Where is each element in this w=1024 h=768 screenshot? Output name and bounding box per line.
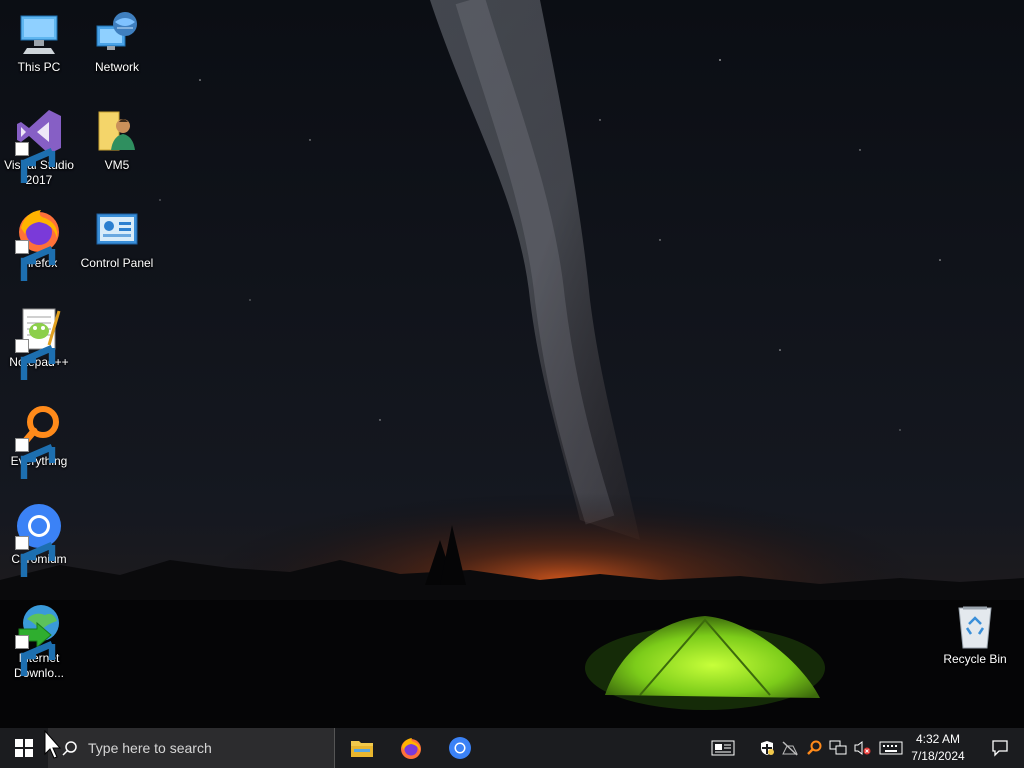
shortcut-arrow-icon	[15, 635, 56, 676]
clock-time: 4:32 AM	[915, 732, 961, 746]
firefox-icon	[15, 206, 63, 281]
mouse-cursor	[44, 730, 62, 759]
volume-muted-icon[interactable]	[852, 738, 872, 758]
start-button[interactable]	[0, 728, 48, 768]
everything-icon	[15, 404, 63, 479]
news-icon[interactable]	[710, 738, 736, 758]
desktop-icon-label: Network	[94, 60, 139, 74]
desktop-icon-everything[interactable]: Everything	[0, 404, 78, 479]
desktop-icon-firefox[interactable]: Firefox	[0, 206, 78, 281]
windows-logo-icon	[15, 739, 33, 757]
taskbar-search-box[interactable]: Type here to search	[48, 728, 335, 768]
desktop-icon-label: This PC	[17, 60, 61, 74]
taskbar-chromium[interactable]	[436, 728, 484, 768]
control-panel-icon	[93, 206, 141, 254]
user-folder-icon	[93, 108, 141, 156]
desktop-icon-label: Control Panel	[80, 256, 154, 270]
recycle-bin-icon	[951, 602, 999, 650]
taskbar-file-explorer[interactable]	[338, 728, 386, 768]
shortcut-arrow-icon	[15, 339, 56, 380]
network-icon	[93, 10, 141, 58]
desktop-icon-label: Recycle Bin	[943, 652, 1007, 666]
chromium-icon	[449, 737, 471, 759]
network-off-icon[interactable]	[780, 738, 800, 758]
clock-date: 7/18/2024	[911, 749, 965, 763]
chromium-icon	[15, 502, 63, 577]
taskbar-clock[interactable]: 4:32 AM 7/18/2024	[898, 731, 978, 765]
desktop-icon-internet-download-manager[interactable]: Internet Downlo...	[0, 601, 78, 681]
desktop-icon-network[interactable]: Network	[78, 10, 156, 75]
taskbar-firefox[interactable]	[387, 728, 435, 768]
notification-icon	[992, 740, 1008, 757]
search-tool-icon[interactable]	[804, 738, 824, 758]
desktop-icon-label: VM5	[104, 158, 130, 172]
this-pc-icon	[15, 10, 63, 58]
shortcut-arrow-icon	[15, 142, 56, 183]
search-placeholder: Type here to search	[88, 740, 212, 756]
file-explorer-icon	[351, 741, 373, 757]
shortcut-arrow-icon	[15, 536, 56, 577]
desktop-icon-vm5[interactable]: VM5	[78, 108, 156, 173]
desktop-icon-visual-studio[interactable]: Visual Studio 2017	[0, 108, 78, 188]
shortcut-arrow-icon	[15, 438, 56, 479]
shortcut-arrow-icon	[15, 240, 56, 281]
desktop-icon-chromium[interactable]: Chromium	[0, 502, 78, 577]
desktop-icon-recycle-bin[interactable]: Recycle Bin	[936, 602, 1014, 667]
firefox-icon	[401, 738, 421, 759]
desktop-icon-notepadpp[interactable]: Notepad++	[0, 305, 78, 380]
internet-download-manager-icon	[15, 601, 63, 676]
taskbar: Type here to search 4:32 AM 7/18/2024	[0, 728, 1024, 768]
network-wired-icon[interactable]	[828, 738, 848, 758]
search-icon	[62, 741, 77, 756]
visual-studio-icon	[15, 108, 63, 183]
desktop-icon-this-pc[interactable]: This PC	[0, 10, 78, 75]
security-shield-icon[interactable]	[757, 738, 777, 758]
notepadpp-icon	[15, 305, 63, 380]
action-center-button[interactable]	[980, 728, 1020, 768]
desktop-icon-control-panel[interactable]: Control Panel	[78, 206, 156, 271]
